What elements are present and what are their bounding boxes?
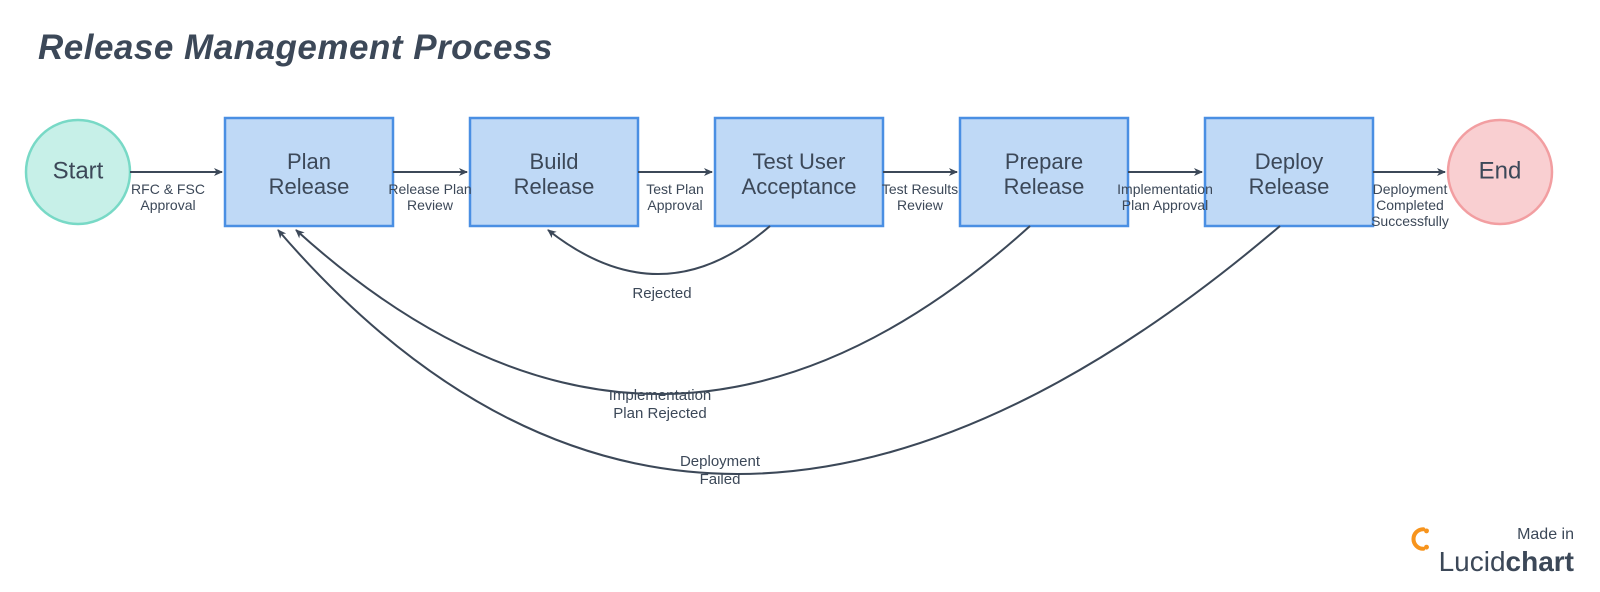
- svg-text:Release: Release: [1004, 174, 1085, 199]
- feedback-implementation-plan-rejected: Implementation Plan Rejected: [296, 226, 1030, 422]
- svg-text:Prepare: Prepare: [1005, 149, 1083, 174]
- prepare-release-node: Prepare Release: [960, 118, 1128, 226]
- svg-text:Test User: Test User: [753, 149, 846, 174]
- svg-text:Test Plan: Test Plan: [646, 181, 704, 197]
- svg-text:Deployment: Deployment: [1373, 181, 1448, 197]
- lucidchart-logo-icon: [1407, 549, 1433, 575]
- svg-text:Release: Release: [269, 174, 350, 199]
- svg-text:Release: Release: [1249, 174, 1330, 199]
- svg-text:Review: Review: [407, 197, 454, 213]
- svg-text:Approval: Approval: [140, 197, 195, 213]
- svg-text:Implementation: Implementation: [609, 387, 712, 404]
- edge-test-plan-approval: Test Plan Approval: [638, 172, 712, 213]
- start-node: Start: [26, 120, 130, 224]
- svg-text:Deployment: Deployment: [680, 453, 761, 470]
- edge-deployment-completed: Deployment Completed Successfully: [1371, 172, 1449, 229]
- footer-attribution: Made in Lucidchart: [1407, 526, 1574, 578]
- svg-text:Review: Review: [897, 197, 944, 213]
- end-node: End: [1448, 120, 1552, 224]
- brand-prefix: Lucid: [1439, 546, 1506, 577]
- edge-release-plan-review: Release Plan Review: [388, 172, 471, 213]
- svg-text:Build: Build: [530, 149, 579, 174]
- feedback-deployment-failed: Deployment Failed: [278, 226, 1280, 488]
- svg-text:Acceptance: Acceptance: [742, 174, 857, 199]
- svg-text:End: End: [1479, 157, 1522, 184]
- svg-text:Plan Approval: Plan Approval: [1122, 197, 1208, 213]
- edge-implementation-plan-approval: Implementation Plan Approval: [1117, 172, 1213, 213]
- svg-text:Plan Rejected: Plan Rejected: [613, 405, 706, 422]
- plan-release-node: Plan Release: [225, 118, 393, 226]
- svg-text:Release: Release: [514, 174, 595, 199]
- brand-label: Lucidchart: [1407, 546, 1574, 578]
- svg-text:Plan: Plan: [287, 149, 331, 174]
- svg-text:Deploy: Deploy: [1255, 149, 1323, 174]
- brand-suffix: chart: [1506, 546, 1574, 577]
- svg-text:Release Plan: Release Plan: [388, 181, 471, 197]
- svg-text:Rejected: Rejected: [632, 285, 691, 302]
- svg-text:Successfully: Successfully: [1371, 213, 1449, 229]
- svg-text:Start: Start: [53, 157, 104, 184]
- deploy-release-node: Deploy Release: [1205, 118, 1373, 226]
- svg-text:Implementation: Implementation: [1117, 181, 1213, 197]
- svg-text:RFC & FSC: RFC & FSC: [131, 181, 205, 197]
- feedback-rejected: Rejected: [548, 226, 770, 302]
- svg-text:Completed: Completed: [1376, 197, 1444, 213]
- build-release-node: Build Release: [470, 118, 638, 226]
- svg-text:Approval: Approval: [647, 197, 702, 213]
- svg-text:Failed: Failed: [700, 471, 741, 488]
- edge-test-results-review: Test Results Review: [882, 172, 958, 213]
- svg-text:Test Results: Test Results: [882, 181, 958, 197]
- flowchart-canvas: Start Plan Release Build Release Test Us…: [0, 0, 1600, 592]
- edge-rfc-fsc-approval: RFC & FSC Approval: [130, 172, 222, 213]
- test-user-acceptance-node: Test User Acceptance: [715, 118, 883, 226]
